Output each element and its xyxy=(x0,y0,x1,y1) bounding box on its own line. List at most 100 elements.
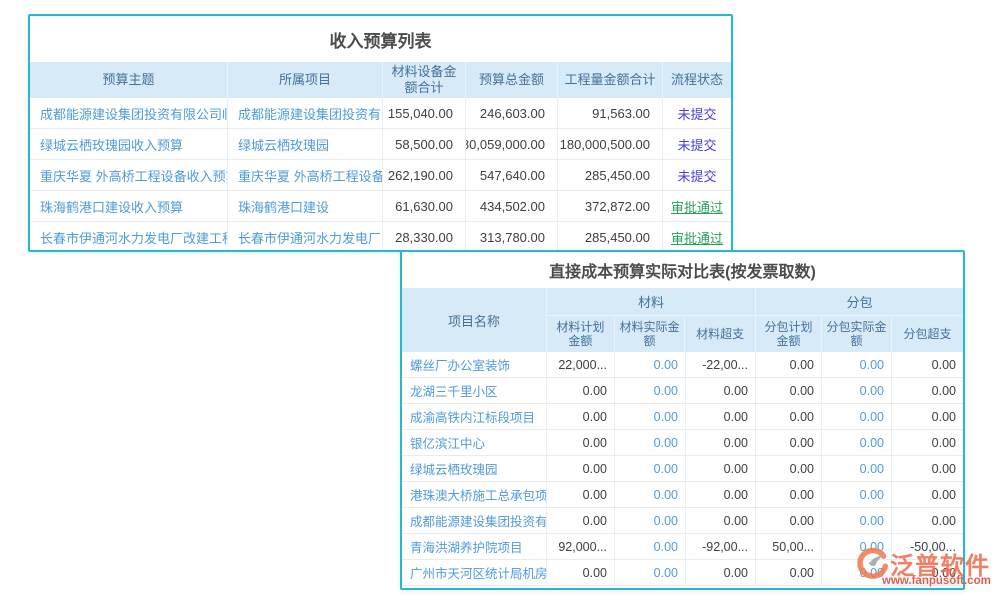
project-name-link[interactable]: 港珠澳大桥施工总承包项目 xyxy=(402,482,547,507)
compare-table-title: 直接成本预算实际对比表(按发票取数) xyxy=(402,252,963,288)
budget-subject-link[interactable]: 绿城云栖玫瑰园收入预算 xyxy=(30,129,228,159)
material-over-value: 0.00 xyxy=(686,560,756,585)
subcontract-actual-link[interactable]: 0.00 xyxy=(822,378,892,403)
table-row[interactable]: 重庆华夏 外高桥工程设备收入预算 重庆华夏 外高桥工程设备 262,190.00… xyxy=(30,160,731,191)
col-header-budget-total: 预算总金额 xyxy=(466,62,558,98)
table-row[interactable]: 螺丝厂办公室装饰 22,000... 0.00 -22,00... 0.00 0… xyxy=(402,352,963,378)
material-actual-link[interactable]: 0.00 xyxy=(615,378,686,403)
table-row[interactable]: 龙湖三千里小区 0.00 0.00 0.00 0.00 0.00 0.00 xyxy=(402,378,963,404)
income-budget-table: 收入预算列表 预算主题 所属项目 材料设备金额合计 预算总金额 工程量金额合计 … xyxy=(28,14,733,252)
budget-total-value: 547,640.00 xyxy=(466,160,558,190)
table-row[interactable]: 绿城云栖玫瑰园 0.00 0.00 0.00 0.00 0.00 0.00 xyxy=(402,456,963,482)
col-header-subcontract-plan: 分包计划金额 xyxy=(756,316,822,352)
project-name-link[interactable]: 青海洪湖养护院项目 xyxy=(402,534,547,559)
material-actual-link[interactable]: 0.00 xyxy=(615,534,686,559)
material-plan-value: 0.00 xyxy=(547,430,615,455)
table-row[interactable]: 珠海鹤港口建设收入预算 珠海鹤港口建设 61,630.00 434,502.00… xyxy=(30,191,731,222)
table-row[interactable]: 绿城云栖玫瑰园收入预算 绿城云栖玫瑰园 58,500.00 180,059,00… xyxy=(30,129,731,160)
material-plan-value: 22,000... xyxy=(547,352,615,377)
project-name-link[interactable]: 龙湖三千里小区 xyxy=(402,378,547,403)
subcontract-over-value: 0.00 xyxy=(892,404,963,429)
material-actual-link[interactable]: 0.00 xyxy=(615,352,686,377)
col-header-material-over: 材料超支 xyxy=(685,316,755,352)
budget-subject-link[interactable]: 珠海鹤港口建设收入预算 xyxy=(30,191,228,221)
project-name-link[interactable]: 螺丝厂办公室装饰 xyxy=(402,352,547,377)
material-total-value: 28,330.00 xyxy=(383,222,466,252)
budget-subject-link[interactable]: 长春市伊通河水力发电厂改建工程... xyxy=(30,222,228,252)
project-link[interactable]: 成都能源建设集团投资有... xyxy=(228,98,383,128)
budget-subject-link[interactable]: 重庆华夏 外高桥工程设备收入预算 xyxy=(30,160,228,190)
status-link[interactable]: 审批通过 xyxy=(671,228,723,247)
subcontract-actual-link[interactable]: 0.00 xyxy=(822,456,892,481)
quantity-total-value: 285,450.00 xyxy=(558,160,663,190)
material-actual-link[interactable]: 0.00 xyxy=(615,456,686,481)
subcontract-over-value: 0.00 xyxy=(892,352,963,377)
subcontract-column-group: 分包 分包计划金额 分包实际金额 分包超支 xyxy=(756,288,963,352)
material-total-value: 61,630.00 xyxy=(383,191,466,221)
status-cell: 审批通过 xyxy=(663,191,731,221)
subcontract-plan-value: 0.00 xyxy=(756,508,822,533)
brand-watermark: 泛普软件 www.fanpusoft.com xyxy=(856,544,998,594)
subcontract-plan-value: 50,00... xyxy=(756,534,822,559)
project-name-link[interactable]: 广州市天河区统计局机房改造 xyxy=(402,560,547,585)
project-name-link[interactable]: 银亿滨江中心 xyxy=(402,430,547,455)
table-row[interactable]: 成都能源建设集团投资有限公司 0.00 0.00 0.00 0.00 0.00 … xyxy=(402,508,963,534)
income-table-header: 预算主题 所属项目 材料设备金额合计 预算总金额 工程量金额合计 流程状态 xyxy=(30,62,731,98)
status-link[interactable]: 审批通过 xyxy=(671,197,723,216)
table-row[interactable]: 港珠澳大桥施工总承包项目 0.00 0.00 0.00 0.00 0.00 0.… xyxy=(402,482,963,508)
subcontract-over-value: 0.00 xyxy=(892,378,963,403)
col-header-status: 流程状态 xyxy=(663,62,731,98)
quantity-total-value: 180,000,500.00 xyxy=(558,129,663,159)
subcontract-plan-value: 0.00 xyxy=(756,404,822,429)
col-header-subject: 预算主题 xyxy=(30,62,228,98)
subcontract-over-value: 0.00 xyxy=(892,456,963,481)
project-link[interactable]: 绿城云栖玫瑰园 xyxy=(228,129,383,159)
subcontract-over-value: 0.00 xyxy=(892,430,963,455)
table-row[interactable]: 银亿滨江中心 0.00 0.00 0.00 0.00 0.00 0.00 xyxy=(402,430,963,456)
col-header-material-total: 材料设备金额合计 xyxy=(383,62,466,98)
brand-url: www.fanpusoft.com xyxy=(882,575,991,587)
compare-table-header: 项目名称 材料 材料计划金额 材料实际金额 材料超支 分包 分包计划金额 分包实… xyxy=(402,288,963,352)
subcontract-over-value: 0.00 xyxy=(892,482,963,507)
subcontract-actual-link[interactable]: 0.00 xyxy=(822,404,892,429)
table-row[interactable]: 成渝高铁内江标段项目 0.00 0.00 0.00 0.00 0.00 0.00 xyxy=(402,404,963,430)
quantity-total-value: 372,872.00 xyxy=(558,191,663,221)
subcontract-actual-link[interactable]: 0.00 xyxy=(822,508,892,533)
project-link[interactable]: 珠海鹤港口建设 xyxy=(228,191,383,221)
project-name-link[interactable]: 成都能源建设集团投资有限公司 xyxy=(402,508,547,533)
material-actual-link[interactable]: 0.00 xyxy=(615,430,686,455)
subcontract-actual-link[interactable]: 0.00 xyxy=(822,352,892,377)
col-header-material-actual: 材料实际金额 xyxy=(615,316,686,352)
budget-subject-link[interactable]: 成都能源建设集团投资有限公司临... xyxy=(30,98,228,128)
group-header-material: 材料 xyxy=(547,288,755,316)
status-link[interactable]: 未提交 xyxy=(677,166,716,185)
project-name-link[interactable]: 绿城云栖玫瑰园 xyxy=(402,456,547,481)
table-row[interactable]: 长春市伊通河水力发电厂改建工程... 长春市伊通河水力发电厂... 28,330… xyxy=(30,222,731,252)
material-actual-link[interactable]: 0.00 xyxy=(615,508,686,533)
budget-total-value: 313,780.00 xyxy=(466,222,558,252)
table-row[interactable]: 成都能源建设集团投资有限公司临... 成都能源建设集团投资有... 155,04… xyxy=(30,98,731,129)
subcontract-actual-link[interactable]: 0.00 xyxy=(822,430,892,455)
material-actual-link[interactable]: 0.00 xyxy=(615,404,686,429)
material-over-value: -92,00... xyxy=(686,534,756,559)
project-link[interactable]: 长春市伊通河水力发电厂... xyxy=(228,222,383,252)
material-column-group: 材料 材料计划金额 材料实际金额 材料超支 xyxy=(547,288,756,352)
quantity-total-value: 91,563.00 xyxy=(558,98,663,128)
subcontract-actual-link[interactable]: 0.00 xyxy=(822,482,892,507)
col-header-project-name: 项目名称 xyxy=(402,288,547,352)
status-link[interactable]: 未提交 xyxy=(677,104,716,123)
material-actual-link[interactable]: 0.00 xyxy=(615,482,686,507)
project-link[interactable]: 重庆华夏 外高桥工程设备 xyxy=(228,160,383,190)
material-actual-link[interactable]: 0.00 xyxy=(615,560,686,585)
material-plan-value: 0.00 xyxy=(547,482,615,507)
income-table-title: 收入预算列表 xyxy=(30,16,731,62)
material-over-value: -22,00... xyxy=(686,352,756,377)
material-total-value: 155,040.00 xyxy=(383,98,466,128)
material-over-value: 0.00 xyxy=(686,482,756,507)
project-name-link[interactable]: 成渝高铁内江标段项目 xyxy=(402,404,547,429)
material-plan-value: 0.00 xyxy=(547,378,615,403)
material-plan-value: 0.00 xyxy=(547,508,615,533)
col-header-subcontract-over: 分包超支 xyxy=(892,316,963,352)
status-link[interactable]: 未提交 xyxy=(677,135,716,154)
material-plan-value: 0.00 xyxy=(547,456,615,481)
